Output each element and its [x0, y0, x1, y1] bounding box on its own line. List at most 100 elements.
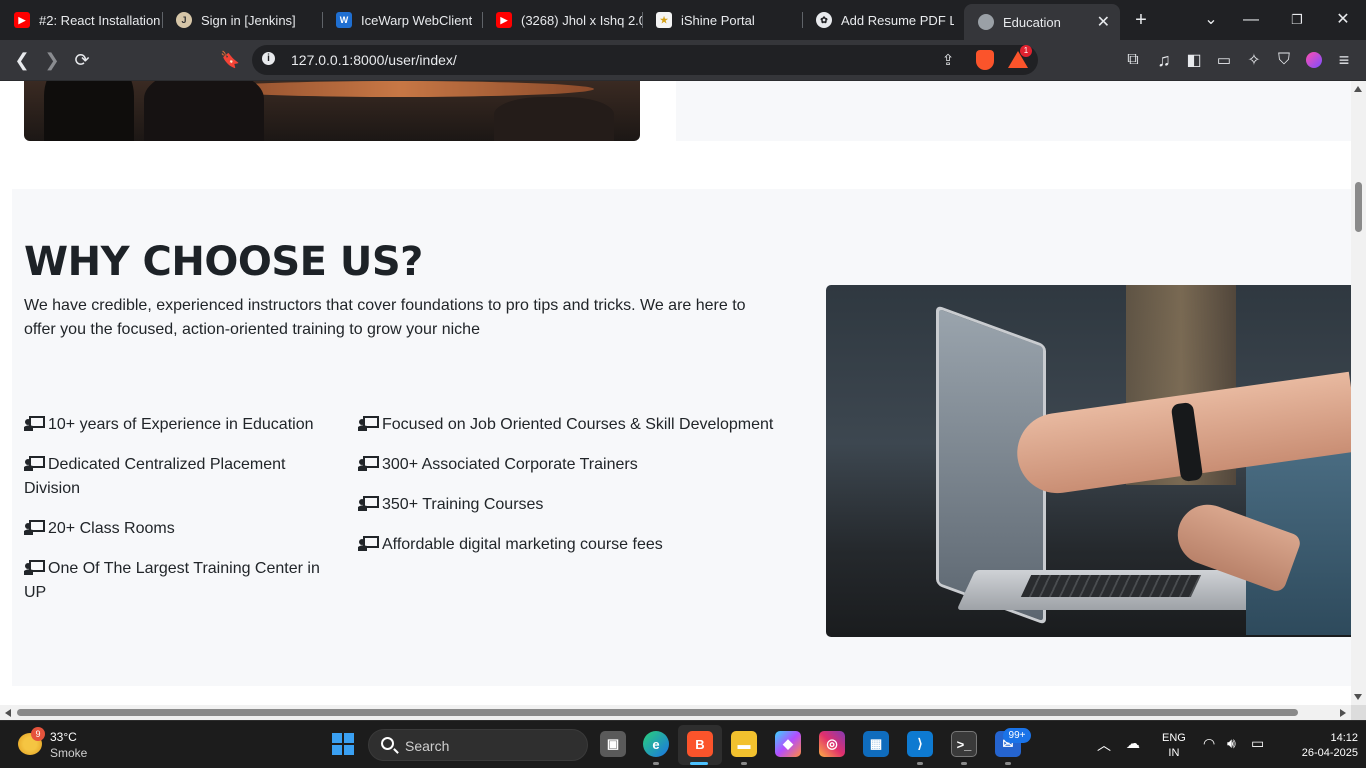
reload-button[interactable]: ⟳	[70, 48, 94, 72]
address-bar[interactable]: i 127.0.0.1:8000/user/index/ ⇪ 1	[252, 45, 1038, 75]
tab-title: (3268) Jhol x Ishq 2.0	[521, 12, 642, 28]
tab-jenkins[interactable]: J Sign in [Jenkins]	[162, 4, 322, 36]
feature-item: 20+ Class Rooms	[24, 517, 324, 541]
search-icon	[381, 737, 394, 750]
vertical-scroll-thumb[interactable]	[1355, 182, 1362, 232]
bookmark-icon[interactable]: 🔖	[218, 48, 242, 72]
scrollbar-corner	[1351, 705, 1366, 720]
active-indicator	[690, 762, 708, 765]
onedrive-cloud-icon[interactable]: ☁	[1126, 735, 1140, 752]
menu-icon[interactable]: ≡	[1332, 48, 1356, 72]
sidebar-icon[interactable]: ◧	[1182, 48, 1206, 72]
feature-item: Dedicated Centralized Placement Division	[24, 453, 324, 501]
rewards-badge: 1	[1020, 45, 1032, 57]
teacher-icon	[24, 520, 45, 535]
tab-title: Sign in [Jenkins]	[201, 12, 296, 28]
forward-button[interactable]: ❯	[40, 48, 64, 72]
teacher-icon	[24, 560, 45, 575]
tab-title: iShine Portal	[681, 12, 755, 28]
running-indicator	[917, 762, 923, 765]
task-view-icon[interactable]: ▣	[600, 731, 626, 757]
share-icon[interactable]: ⇪	[936, 48, 960, 72]
browser-toolbar: ❮ ❯ ⟳ 🔖 i 127.0.0.1:8000/user/index/ ⇪ 1…	[0, 40, 1366, 81]
scroll-down-arrow-icon[interactable]	[1354, 694, 1362, 700]
why-choose-us-section: WHY CHOOSE US? We have credible, experie…	[12, 189, 1351, 686]
jenkins-icon: J	[176, 12, 192, 28]
page-viewport: WHY CHOOSE US? We have credible, experie…	[0, 81, 1351, 705]
feature-text: 10+ years of Experience in Education	[48, 416, 314, 433]
horizontal-scrollbar[interactable]	[0, 705, 1351, 720]
site-info-icon[interactable]: i	[262, 52, 275, 65]
teacher-icon	[358, 536, 379, 551]
weather-badge: 9	[31, 727, 45, 741]
restore-button[interactable]: ❐	[1285, 8, 1309, 32]
instagram-icon[interactable]: ◎	[819, 731, 845, 757]
running-indicator	[741, 762, 747, 765]
globe-icon	[978, 14, 994, 30]
wallet-icon[interactable]: ▭	[1212, 48, 1236, 72]
tab-strip: ▶ #2: React Installation J Sign in [Jenk…	[0, 0, 1366, 40]
section-description: We have credible, experienced instructor…	[24, 297, 746, 338]
scroll-up-arrow-icon[interactable]	[1354, 86, 1362, 92]
vscode-icon[interactable]: ⟩	[907, 731, 933, 757]
file-explorer-icon[interactable]: ▬	[731, 731, 757, 757]
tab-jhol-ishq[interactable]: ▶ (3268) Jhol x Ishq 2.0	[482, 4, 642, 36]
teacher-icon	[358, 456, 379, 471]
volume-icon[interactable]: 🔊︎	[1227, 735, 1236, 752]
weather-temperature[interactable]: 33°C	[50, 730, 77, 744]
tab-title: Add Resume PDF Lin	[841, 12, 954, 28]
feature-text: One Of The Largest Training Center in UP	[24, 560, 320, 601]
tab-education[interactable]: Education ✕	[964, 4, 1120, 40]
running-indicator	[1005, 762, 1011, 765]
vpn-shield-icon[interactable]: ⛉	[1272, 48, 1296, 72]
tab-icewarp[interactable]: W IceWarp WebClient	[322, 4, 482, 36]
copilot-icon[interactable]: ◆	[775, 731, 801, 757]
profile-avatar[interactable]	[1302, 48, 1326, 72]
media-icon[interactable]: ♫	[1152, 48, 1176, 72]
scroll-left-arrow-icon[interactable]	[5, 709, 11, 717]
youtube-icon: ▶	[496, 12, 512, 28]
tab-add-resume[interactable]: ✿ Add Resume PDF Lin	[802, 4, 954, 36]
brave-shields-icon[interactable]	[976, 50, 994, 70]
new-tab-button[interactable]: +	[1129, 8, 1153, 32]
close-tab-icon[interactable]: ✕	[1097, 12, 1110, 32]
clock-date: 26-04-2025	[1301, 747, 1358, 759]
edge-icon[interactable]: e	[643, 731, 669, 757]
wifi-icon[interactable]: ◠	[1203, 735, 1215, 752]
horizontal-scroll-thumb[interactable]	[17, 709, 1298, 716]
extensions-icon[interactable]: ⧉	[1121, 48, 1145, 72]
microsoft-store-icon[interactable]: ▦	[863, 731, 889, 757]
weather-description[interactable]: Smoke	[50, 746, 87, 760]
back-button[interactable]: ❮	[10, 48, 34, 72]
teacher-icon	[358, 496, 379, 511]
tab-react-installation[interactable]: ▶ #2: React Installation	[0, 4, 162, 36]
notification-badge: 99+	[1003, 728, 1031, 743]
system-clock[interactable]: 14:12 26-04-2025	[1298, 731, 1358, 761]
vertical-scrollbar[interactable]	[1351, 81, 1366, 705]
taskbar-search[interactable]: Search	[368, 729, 588, 761]
feature-text: 20+ Class Rooms	[48, 520, 175, 537]
tab-search-chevron-icon[interactable]: ⌄	[1199, 8, 1223, 32]
classroom-photo	[24, 81, 640, 141]
terminal-icon[interactable]: >_	[951, 731, 977, 757]
feature-text: Affordable digital marketing course fees	[382, 536, 663, 553]
minimize-button[interactable]: —	[1239, 8, 1263, 32]
show-hidden-icons-chevron-icon[interactable]: ︿	[1097, 735, 1111, 755]
teacher-icon	[24, 416, 45, 431]
close-window-button[interactable]: ✕	[1331, 8, 1355, 32]
tab-title: IceWarp WebClient	[361, 12, 473, 28]
region-code: IN	[1168, 747, 1180, 759]
language-indicator[interactable]: ENG IN	[1162, 731, 1186, 761]
brave-icon[interactable]: B	[687, 731, 713, 757]
leo-ai-icon[interactable]: ✧	[1242, 48, 1266, 72]
url-text[interactable]: 127.0.0.1:8000/user/index/	[291, 52, 457, 68]
tab-title: Education	[1003, 14, 1061, 30]
feature-text: Focused on Job Oriented Courses & Skill …	[382, 416, 774, 433]
laptop-photo	[826, 285, 1351, 637]
battery-icon[interactable]: ▭	[1251, 735, 1264, 752]
tab-ishine-portal[interactable]: ★ iShine Portal	[642, 4, 802, 36]
feature-text: Dedicated Centralized Placement Division	[24, 456, 286, 497]
running-indicator	[653, 762, 659, 765]
scroll-right-arrow-icon[interactable]	[1340, 709, 1346, 717]
start-button[interactable]	[332, 733, 354, 755]
